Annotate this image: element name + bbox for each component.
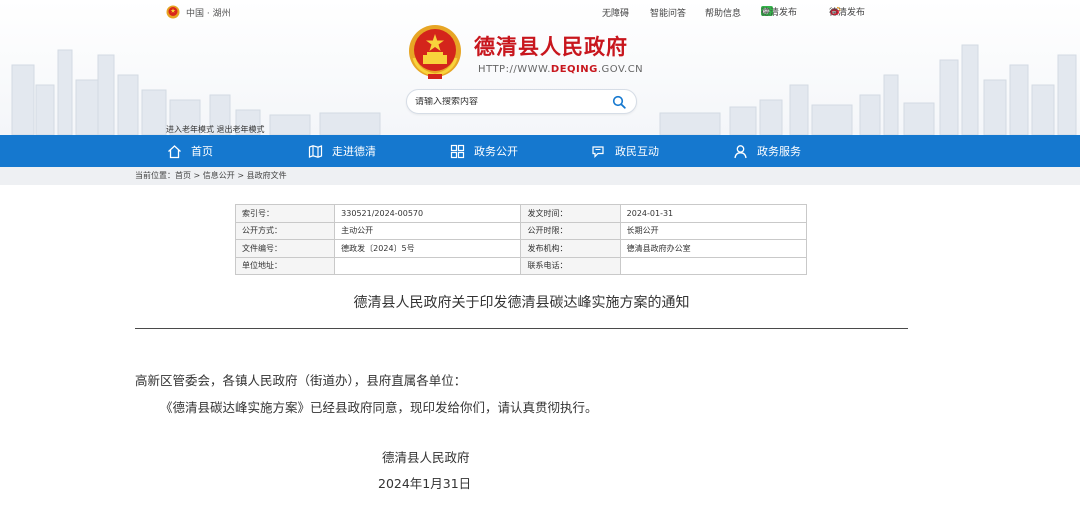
- breadcrumb-home[interactable]: 首页: [175, 171, 191, 180]
- meta-value: 德政发〔2024〕5号: [334, 239, 522, 258]
- breadcrumb-info-open[interactable]: 信息公开: [203, 171, 235, 180]
- breadcrumb: 当前位置：首页 > 信息公开 > 县政府文件: [0, 167, 1080, 185]
- site-title[interactable]: 德清县人民政府: [474, 31, 628, 61]
- meta-value: 主动公开: [334, 221, 522, 240]
- nav-about-label: 走进德清: [332, 145, 376, 158]
- nav-gov-affairs-open[interactable]: 政务公开: [450, 135, 518, 167]
- meta-key: 公开时限：: [520, 221, 621, 240]
- nav-gov-services-label: 政务服务: [757, 145, 801, 158]
- document-body-paragraph: 《德清县碳达峰实施方案》已经县政府同意，现印发给你们，请认真贯彻执行。: [160, 400, 598, 415]
- meta-key: 文件编号：: [234, 239, 336, 258]
- nav-home-label: 首页: [191, 145, 213, 158]
- table-row: 文件编号： 德政发〔2024〕5号 发布机构： 德清县政府办公室: [234, 239, 808, 258]
- search-box: [406, 89, 637, 114]
- meta-key: 联系电话：: [520, 256, 621, 275]
- document-title: 德清县人民政府关于印发德清县碳达峰实施方案的通知: [353, 295, 690, 311]
- nav-gov-affairs-label: 政务公开: [474, 145, 518, 158]
- meta-key: 发文时间：: [520, 204, 621, 223]
- main-nav: 首页 走进德清 政务公开 政民互动 政务服务: [0, 135, 1080, 167]
- home-icon: [168, 144, 181, 158]
- meta-key: 公开方式：: [234, 221, 336, 240]
- help-link[interactable]: 帮助信息: [705, 6, 741, 19]
- map-icon: [308, 144, 323, 158]
- url-prefix: HTTP://WWW.: [478, 64, 551, 75]
- table-row: 单位地址： 联系电话：: [234, 256, 808, 275]
- site-url: HTTP://WWW.DEQING.GOV.CN: [478, 64, 643, 75]
- site-header: 中国 · 湖州 无障碍 智能问答 帮助信息 德清发布 德清发布 德清县人民政府 …: [0, 0, 1080, 135]
- title-divider: [135, 328, 908, 329]
- meta-key: 单位地址：: [234, 256, 336, 275]
- nav-interaction[interactable]: 政民互动: [591, 135, 659, 167]
- nav-about-deqing[interactable]: 走进德清: [308, 135, 376, 167]
- nav-home[interactable]: 首页: [167, 135, 213, 167]
- nav-interaction-label: 政民互动: [615, 145, 659, 158]
- elder-mode-toggle[interactable]: 进入老年模式 退出老年模式: [166, 124, 265, 135]
- meta-value: [334, 256, 522, 275]
- document-signature: 德清县人民政府: [382, 450, 470, 465]
- table-row: 公开方式： 主动公开 公开时限： 长期公开: [234, 221, 808, 240]
- url-domain: DEQING: [550, 64, 598, 75]
- meta-value: 2024-01-31: [619, 204, 808, 223]
- document-metadata-table: 索引号： 330521/2024-00570 发文时间： 2024-01-31 …: [234, 204, 808, 275]
- party-emblem-logo-icon: [409, 25, 461, 79]
- document-date: 2024年1月31日: [378, 476, 472, 491]
- meta-value: [619, 256, 808, 275]
- search-icon[interactable]: [612, 95, 626, 109]
- breadcrumb-separator: >: [191, 171, 203, 180]
- meta-value: 330521/2024-00570: [334, 204, 522, 223]
- weibo-publish-label: 德清发布: [829, 7, 866, 18]
- smart-qa-link[interactable]: 智能问答: [650, 6, 686, 19]
- document-salutation: 高新区管委会，各镇人民政府（街道办），县府直属各单位：: [135, 373, 467, 388]
- wechat-publish-link[interactable]: 德清发布: [761, 6, 797, 18]
- meta-key: 索引号：: [234, 204, 336, 223]
- url-suffix: .GOV.CN: [597, 64, 644, 75]
- top-link-bar: 无障碍 智能问答 帮助信息 德清发布 德清发布: [0, 6, 1080, 20]
- breadcrumb-separator: >: [234, 171, 247, 180]
- wechat-publish-label: 德清发布: [761, 7, 798, 18]
- meta-value: 德清县政府办公室: [619, 239, 808, 258]
- accessibility-link[interactable]: 无障碍: [602, 6, 629, 19]
- nav-gov-services[interactable]: 政务服务: [733, 135, 801, 167]
- breadcrumb-county-docs[interactable]: 县政府文件: [247, 171, 287, 180]
- search-input[interactable]: [415, 96, 605, 107]
- breadcrumb-prefix: 当前位置：: [135, 171, 175, 180]
- meta-value: 长期公开: [619, 221, 808, 240]
- meta-key: 发布机构：: [520, 239, 621, 258]
- grid-icon: [450, 144, 465, 158]
- chat-icon: [592, 145, 604, 158]
- weibo-publish-link[interactable]: 德清发布: [829, 6, 865, 18]
- table-row: 索引号： 330521/2024-00570 发文时间： 2024-01-31: [234, 204, 808, 223]
- user-icon: [734, 144, 747, 158]
